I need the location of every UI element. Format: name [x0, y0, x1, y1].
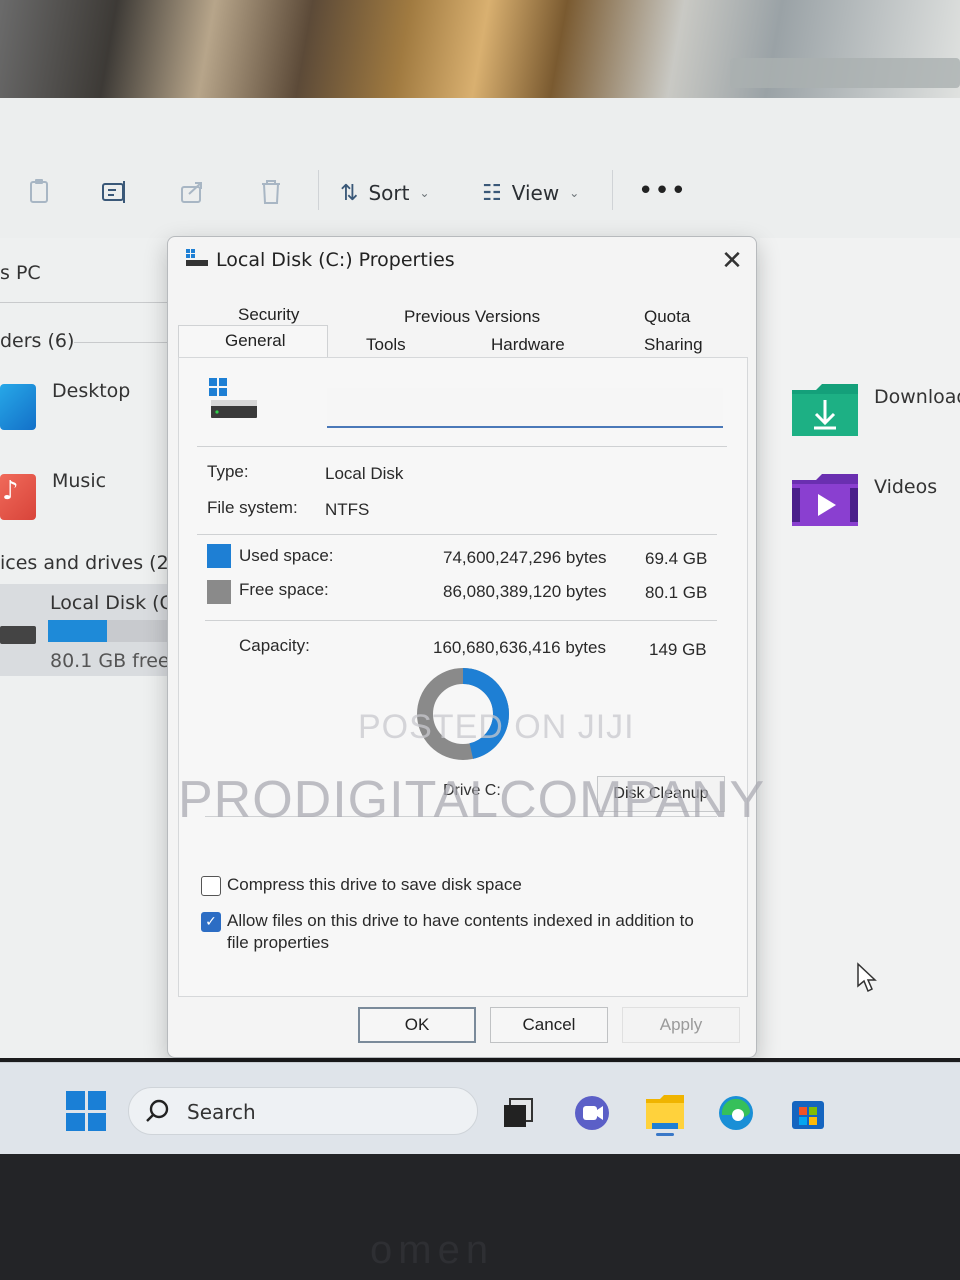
cancel-button[interactable]: Cancel — [490, 1007, 608, 1043]
free-space-bytes: 86,080,389,120 bytes — [443, 582, 607, 601]
file-system-label: File system: — [207, 498, 298, 517]
free-space-swatch — [207, 580, 231, 604]
file-explorer-icon[interactable] — [644, 1093, 686, 1136]
divider — [197, 534, 717, 535]
general-tab-panel: Type: Local Disk File system: NTFS Used … — [178, 357, 748, 997]
downloads-label[interactable]: Download — [874, 386, 960, 408]
music-label[interactable]: Music — [52, 470, 106, 492]
compress-checkbox[interactable] — [201, 876, 221, 896]
compress-option[interactable]: Compress this drive to save disk space — [201, 874, 522, 896]
search-label: Search — [187, 1100, 256, 1124]
downloads-folder-icon[interactable] — [790, 382, 860, 438]
edge-icon[interactable] — [716, 1093, 756, 1133]
drive-usage-bar-fill — [48, 620, 107, 642]
mouse-cursor-icon — [857, 962, 877, 993]
sort-label: Sort — [368, 181, 410, 205]
tab-hardware[interactable]: Hardware — [491, 335, 565, 355]
videos-label[interactable]: Videos — [874, 476, 937, 498]
tab-tools[interactable]: Tools — [366, 335, 406, 355]
file-system-value: NTFS — [325, 500, 370, 519]
desktop-wallpaper — [0, 0, 960, 105]
used-space-bytes: 74,600,247,296 bytes — [443, 548, 607, 567]
delete-icon[interactable] — [256, 178, 286, 206]
toolbar-separator — [318, 170, 319, 210]
taskbar: Search — [0, 1062, 960, 1154]
wallpaper-detail — [730, 58, 960, 88]
laptop-brand-logo: omen — [370, 1228, 495, 1272]
used-space-gb: 69.4 GB — [645, 549, 708, 568]
drive-title-icon — [186, 249, 208, 266]
capacity-label: Capacity: — [239, 636, 310, 655]
sort-button[interactable]: ⇅ Sort ⌄ — [340, 178, 430, 208]
share-icon[interactable] — [178, 178, 208, 206]
desktop-folder-icon[interactable] — [0, 384, 36, 430]
store-icon[interactable] — [788, 1093, 828, 1133]
divider — [205, 620, 717, 621]
this-pc-label[interactable]: s PC — [0, 262, 41, 284]
chevron-down-icon: ⌄ — [419, 186, 430, 200]
watermark-line2: PRODIGITALCOMPANY — [178, 771, 766, 829]
chevron-down-icon: ⌄ — [569, 186, 580, 200]
type-label: Type: — [207, 462, 249, 481]
view-button[interactable]: ☷ View ⌄ — [482, 178, 579, 208]
free-space-gb: 80.1 GB — [645, 583, 708, 602]
folders-header[interactable]: ders (6) — [0, 330, 74, 352]
sort-icon: ⇅ — [340, 180, 359, 206]
capacity-gb: 149 GB — [649, 640, 707, 659]
apply-button[interactable]: Apply — [622, 1007, 740, 1043]
used-space-label: Used space: — [239, 546, 334, 565]
taskbar-search[interactable]: Search — [128, 1087, 478, 1135]
task-view-icon[interactable] — [500, 1093, 540, 1133]
compress-label: Compress this drive to save disk space — [227, 875, 522, 894]
drive-icon — [0, 626, 36, 644]
used-space-swatch — [207, 544, 231, 568]
drive-usage-bar — [48, 620, 175, 642]
capacity-bytes: 160,680,636,416 bytes — [433, 638, 606, 657]
content-pane-right: Download Videos — [760, 238, 960, 1058]
view-label: View — [511, 181, 560, 205]
type-value: Local Disk — [325, 464, 404, 483]
start-icon[interactable] — [66, 1091, 106, 1131]
music-note-icon: ♪ — [2, 476, 19, 506]
index-checkbox[interactable]: ✓ — [201, 912, 221, 932]
tab-previous-versions[interactable]: Previous Versions — [404, 307, 540, 327]
index-label: Allow files on this drive to have conten… — [227, 911, 694, 952]
ok-button[interactable]: OK — [358, 1007, 476, 1043]
screen: ⇅ Sort ⌄ ☷ View ⌄ ••• ⌄ ↻ s PC ders (6) … — [0, 0, 960, 1280]
index-option[interactable]: ✓ Allow files on this drive to have cont… — [201, 910, 701, 954]
drive-name-field[interactable] — [327, 388, 723, 428]
tab-sharing[interactable]: Sharing — [644, 335, 703, 355]
tab-quota[interactable]: Quota — [644, 307, 690, 327]
watermark-line1: POSTED ON JIJI — [358, 708, 635, 746]
close-button[interactable]: ✕ — [716, 245, 748, 277]
videos-folder-icon[interactable] — [790, 472, 860, 528]
navigation-pane: s PC ders (6) Desktop ♪ Music ices and d… — [0, 238, 187, 1058]
teams-icon[interactable] — [572, 1093, 612, 1133]
divider — [0, 302, 175, 303]
more-options-button[interactable]: ••• — [638, 176, 687, 206]
properties-dialog: Local Disk (C:) Properties ✕ Security Pr… — [167, 236, 757, 1058]
search-icon — [146, 1099, 169, 1122]
tab-general[interactable]: General — [225, 331, 285, 351]
toolbar-separator — [612, 170, 613, 210]
tab-security[interactable]: Security — [238, 305, 299, 325]
drive-icon — [209, 378, 257, 418]
command-bar: ⇅ Sort ⌄ ☷ View ⌄ ••• — [0, 98, 960, 238]
free-space-label: Free space: — [239, 580, 329, 599]
rename-icon[interactable] — [100, 178, 130, 206]
dialog-title: Local Disk (C:) Properties — [216, 249, 455, 271]
divider — [74, 342, 174, 343]
drive-tile-local-disk-c[interactable]: Local Disk (C:) 80.1 GB free o — [0, 584, 187, 676]
divider — [197, 446, 727, 447]
devices-header[interactable]: ices and drives (2) — [0, 552, 176, 574]
desktop-label[interactable]: Desktop — [52, 380, 130, 402]
copy-icon[interactable] — [24, 178, 54, 206]
view-icon: ☷ — [482, 180, 502, 206]
